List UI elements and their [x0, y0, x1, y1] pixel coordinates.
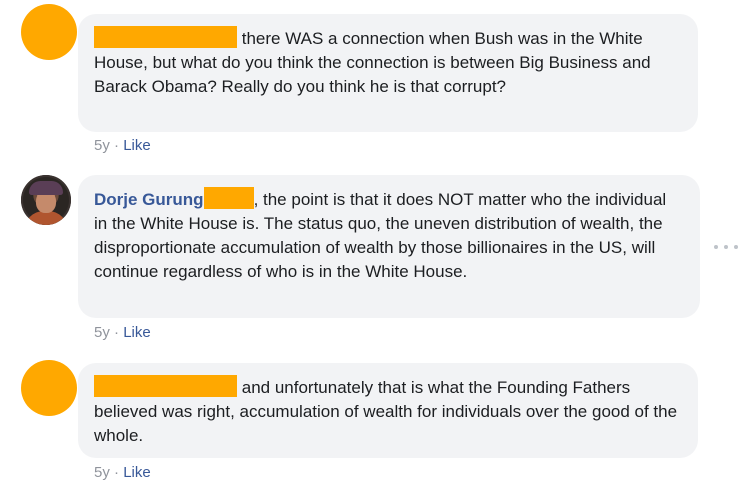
meta-separator: ·	[114, 137, 120, 154]
redacted-author-name[interactable]	[94, 26, 237, 48]
user-avatar[interactable]	[21, 175, 71, 225]
like-link[interactable]: Like	[123, 137, 151, 154]
like-link[interactable]: Like	[123, 324, 151, 341]
comment-bubble: there WAS a connection when Bush was in …	[78, 14, 698, 132]
comment-meta: 5y · Like	[94, 137, 151, 154]
like-link[interactable]: Like	[123, 464, 151, 481]
author-name-link[interactable]: Dorje Gurung	[94, 190, 204, 209]
redacted-avatar[interactable]	[21, 4, 77, 60]
comment-meta: 5y · Like	[94, 464, 151, 481]
comment-age[interactable]: 5y	[94, 137, 110, 154]
meta-separator: ·	[114, 464, 120, 481]
redacted-author-name[interactable]	[94, 375, 237, 397]
comment-bubble: Dorje Gurung, the point is that it does …	[78, 175, 700, 318]
avatar-shoulders	[24, 211, 68, 225]
more-options-icon[interactable]	[714, 242, 738, 252]
redacted-avatar[interactable]	[21, 360, 77, 416]
dot-icon	[714, 245, 718, 249]
comment-meta: 5y · Like	[94, 324, 151, 341]
comment-age[interactable]: 5y	[94, 464, 110, 481]
comment-age[interactable]: 5y	[94, 324, 110, 341]
comment-bubble: and unfortunately that is what the Found…	[78, 363, 698, 458]
dot-icon	[724, 245, 728, 249]
redacted-mention[interactable]	[203, 187, 254, 209]
avatar-hat	[29, 181, 63, 195]
dot-icon	[734, 245, 738, 249]
meta-separator: ·	[114, 324, 120, 341]
